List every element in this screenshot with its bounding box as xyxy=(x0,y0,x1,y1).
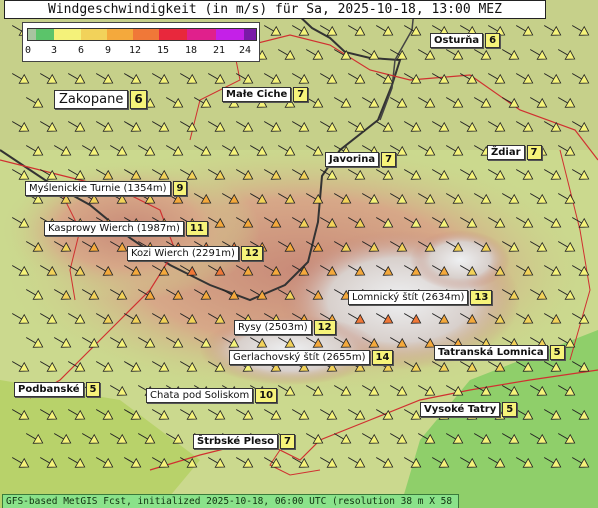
wind-value: 11 xyxy=(185,221,208,236)
legend-color-bar xyxy=(27,28,257,41)
place-name: Vysoké Tatry xyxy=(420,402,501,417)
place-name: Javorina xyxy=(325,152,380,167)
wind-value: 9 xyxy=(172,181,188,196)
place-name: Štrbské Pleso xyxy=(193,434,279,449)
legend-swatch xyxy=(54,29,81,40)
place-label: Rysy (2503m) 12 xyxy=(234,320,336,335)
wind-value: 7 xyxy=(381,152,397,167)
place-label: Zakopane 6 xyxy=(54,90,147,109)
forecast-footer: GFS-based MetGIS Fcst, initialized 2025-… xyxy=(2,494,459,508)
legend-tick: 9 xyxy=(104,45,112,56)
legend-tick: 24 xyxy=(238,45,252,56)
place-name: Gerlachovský štít (2655m) xyxy=(229,350,370,365)
place-label: Ždiar 7 xyxy=(487,145,542,160)
wind-value: 14 xyxy=(371,350,394,365)
place-name: Lomnický štít (2634m) xyxy=(348,290,469,305)
place-name: Małe Ciche xyxy=(222,87,292,102)
place-label: Chata pod Soliskom 10 xyxy=(146,388,278,403)
legend-swatch xyxy=(243,29,257,40)
wind-value: 7 xyxy=(280,434,295,449)
place-name: Podbanské xyxy=(14,382,84,397)
legend-swatch xyxy=(36,29,55,40)
place-label: Gerlachovský štít (2655m) 14 xyxy=(229,350,394,365)
eastern-snow xyxy=(410,230,510,290)
wind-map: Windgeschwindigkeit (in m/s) für Sa, 202… xyxy=(0,0,598,508)
wind-value: 6 xyxy=(485,33,501,48)
place-name: Tatranská Lomnica xyxy=(434,345,548,360)
place-name: Zakopane xyxy=(54,90,129,109)
place-label: Lomnický štít (2634m) 13 xyxy=(348,290,493,305)
place-label: Javorina 7 xyxy=(325,152,397,167)
place-label: Małe Ciche 7 xyxy=(222,87,309,102)
legend-tick: 0 xyxy=(24,45,32,56)
place-name: Ždiar xyxy=(487,145,525,160)
legend-swatch xyxy=(159,29,188,40)
wind-value: 10 xyxy=(255,388,278,403)
place-name: Osturňa xyxy=(430,33,484,48)
page-title: Windgeschwindigkeit (in m/s) für Sa, 202… xyxy=(4,0,546,19)
wind-value: 6 xyxy=(130,90,147,109)
wind-value: 5 xyxy=(502,402,518,417)
legend-tick: 18 xyxy=(184,45,198,56)
legend-ticks: 0 3 6 9 12 15 18 21 24 xyxy=(23,45,259,59)
place-name: Myślenickie Turnie (1354m) xyxy=(25,181,171,196)
wind-value: 13 xyxy=(470,290,493,305)
legend-tick: 12 xyxy=(128,45,142,56)
wind-value: 7 xyxy=(526,145,542,160)
legend-tick: 3 xyxy=(50,45,58,56)
wind-value: 5 xyxy=(549,345,565,360)
wind-value: 7 xyxy=(293,87,309,102)
place-label: Osturňa 6 xyxy=(430,33,501,48)
legend-swatch xyxy=(187,29,216,40)
terrain-layer xyxy=(0,0,598,508)
place-label: Štrbské Pleso 7 xyxy=(193,434,295,449)
legend-swatch xyxy=(106,29,134,40)
place-label: Podbanské 5 xyxy=(14,382,101,397)
legend-tick: 15 xyxy=(156,45,170,56)
legend-swatch xyxy=(133,29,160,40)
place-label: Tatranská Lomnica 5 xyxy=(434,345,565,360)
wind-value: 12 xyxy=(240,246,263,261)
legend-swatch xyxy=(80,29,107,40)
legend-swatch xyxy=(215,29,244,40)
place-name: Chata pod Soliskom xyxy=(146,388,254,403)
legend-tick: 21 xyxy=(212,45,226,56)
place-name: Rysy (2503m) xyxy=(234,320,312,335)
wind-value: 12 xyxy=(313,320,336,335)
place-label: Vysoké Tatry 5 xyxy=(420,402,518,417)
legend-swatch xyxy=(28,29,37,40)
place-name: Kozi Wierch (2291m) xyxy=(127,246,239,261)
place-label: Kozi Wierch (2291m) 12 xyxy=(127,246,263,261)
place-name: Kasprowy Wierch (1987m) xyxy=(44,221,184,236)
place-label: Myślenickie Turnie (1354m) 9 xyxy=(25,181,188,196)
color-legend: 0 3 6 9 12 15 18 21 24 xyxy=(22,22,260,62)
place-label: Kasprowy Wierch (1987m) 11 xyxy=(44,221,208,236)
legend-tick: 6 xyxy=(77,45,85,56)
wind-value: 5 xyxy=(85,382,101,397)
